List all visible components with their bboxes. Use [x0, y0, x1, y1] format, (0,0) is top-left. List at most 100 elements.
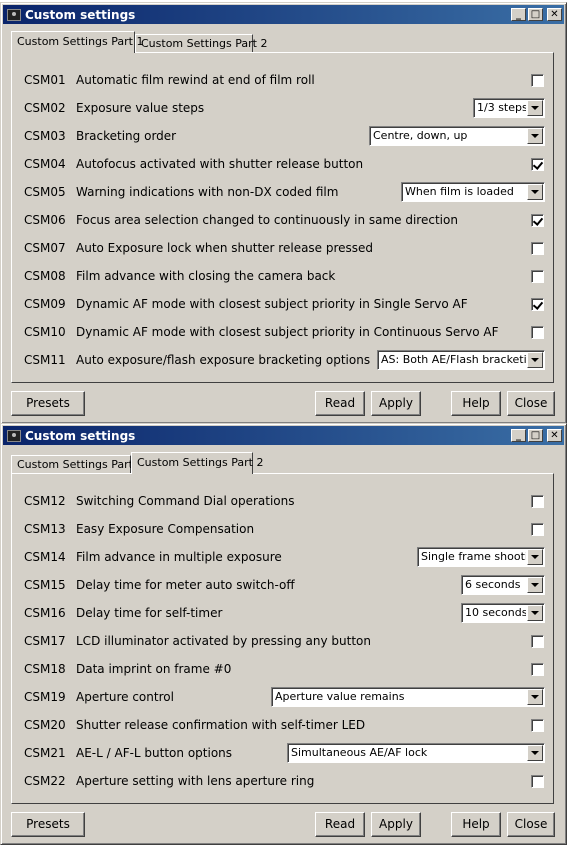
- setting-label: Film advance in multiple exposure: [76, 550, 282, 564]
- csm22-checkbox[interactable]: [531, 774, 544, 788]
- setting-code: CSM09: [24, 297, 66, 311]
- csm10-checkbox[interactable]: [531, 325, 544, 339]
- chevron-down-icon[interactable]: [527, 100, 543, 116]
- read-button[interactable]: Read: [315, 391, 365, 416]
- csm19-select[interactable]: Aperture value remains: [271, 687, 545, 707]
- tab-part-2[interactable]: Custom Settings Part 2: [135, 34, 267, 52]
- csm15-select[interactable]: 6 seconds: [461, 575, 545, 595]
- minimize-button[interactable]: _: [511, 8, 526, 21]
- maximize-button[interactable]: □: [528, 429, 543, 442]
- csm05-select[interactable]: When film is loaded: [401, 182, 545, 202]
- csm21-select[interactable]: Simultaneous AE/AF lock: [287, 743, 545, 763]
- setting-row-csm20: CSM20 Shutter release confirmation with …: [24, 714, 545, 736]
- setting-code: CSM03: [24, 129, 66, 143]
- close-button[interactable]: Close: [507, 812, 555, 837]
- setting-code: CSM22: [24, 774, 66, 788]
- camera-icon: [7, 429, 21, 442]
- help-button[interactable]: Help: [451, 391, 501, 416]
- setting-code: CSM06: [24, 213, 66, 227]
- chevron-down-icon[interactable]: [527, 549, 543, 565]
- setting-label: Easy Exposure Compensation: [76, 522, 255, 536]
- csm14-select[interactable]: Single frame shooting: [417, 547, 545, 567]
- setting-row-csm21: CSM21 AE-L / AF-L button options Simulta…: [24, 742, 545, 764]
- csm16-select[interactable]: 10 seconds: [461, 603, 545, 623]
- chevron-down-icon[interactable]: [527, 745, 543, 761]
- tab-part-1[interactable]: Custom Settings Part 1: [11, 31, 143, 53]
- setting-row-csm04: CSM04 Autofocus activated with shutter r…: [24, 153, 545, 175]
- custom-settings-window-2: Custom settings _ □ ✕ Custom Settings Pa…: [0, 423, 567, 845]
- select-value: Simultaneous AE/AF lock: [291, 746, 428, 759]
- help-button[interactable]: Help: [451, 812, 501, 837]
- settings-panel: CSM12 Switching Command Dial operations …: [11, 473, 554, 804]
- setting-code: CSM17: [24, 634, 66, 648]
- csm09-checkbox[interactable]: [531, 297, 544, 311]
- setting-row-csm03: CSM03 Bracketing order Centre, down, up: [24, 125, 545, 147]
- chevron-down-icon[interactable]: [527, 128, 543, 144]
- select-value: 10 seconds: [465, 606, 526, 619]
- apply-button[interactable]: Apply: [371, 812, 421, 837]
- setting-row-csm19: CSM19 Aperture control Aperture value re…: [24, 686, 545, 708]
- chevron-down-icon[interactable]: [527, 605, 543, 621]
- close-window-button[interactable]: ✕: [547, 8, 562, 21]
- csm02-select[interactable]: 1/3 steps: [473, 98, 545, 118]
- setting-code: CSM15: [24, 578, 66, 592]
- setting-label: LCD illuminator activated by pressing an…: [76, 634, 372, 648]
- csm07-checkbox[interactable]: [531, 241, 544, 255]
- setting-label: Dynamic AF mode with closest subject pri…: [76, 325, 499, 339]
- csm17-checkbox[interactable]: [531, 634, 544, 648]
- apply-button[interactable]: Apply: [371, 391, 421, 416]
- maximize-button[interactable]: □: [528, 8, 543, 21]
- setting-label: Aperture setting with lens aperture ring: [76, 774, 315, 788]
- chevron-down-icon[interactable]: [527, 577, 543, 593]
- setting-label: AE-L / AF-L button options: [76, 746, 233, 760]
- tab-part-2[interactable]: Custom Settings Part 2: [131, 452, 263, 474]
- read-button[interactable]: Read: [315, 812, 365, 837]
- tab-part-1[interactable]: Custom Settings Part 1: [11, 455, 143, 473]
- csm01-checkbox[interactable]: [531, 73, 544, 87]
- csm18-checkbox[interactable]: [531, 662, 544, 676]
- setting-code: CSM05: [24, 185, 66, 199]
- presets-button[interactable]: Presets: [11, 812, 85, 837]
- setting-row-csm16: CSM16 Delay time for self-timer 10 secon…: [24, 602, 545, 624]
- setting-row-csm13: CSM13 Easy Exposure Compensation: [24, 518, 545, 540]
- close-window-button[interactable]: ✕: [547, 429, 562, 442]
- minimize-button[interactable]: _: [511, 429, 526, 442]
- setting-row-csm15: CSM15 Delay time for meter auto switch-o…: [24, 574, 545, 596]
- select-value: When film is loaded: [405, 185, 514, 198]
- setting-row-csm06: CSM06 Focus area selection changed to co…: [24, 209, 545, 231]
- setting-code: CSM13: [24, 522, 66, 536]
- csm11-select[interactable]: AS: Both AE/Flash bracketing: [377, 350, 545, 370]
- setting-label: Warning indications with non-DX coded fi…: [76, 185, 339, 199]
- chevron-down-icon[interactable]: [527, 352, 543, 368]
- chevron-down-icon[interactable]: [527, 689, 543, 705]
- setting-label: Bracketing order: [76, 129, 177, 143]
- chevron-down-icon[interactable]: [527, 184, 543, 200]
- setting-label: Automatic film rewind at end of film rol…: [76, 73, 315, 87]
- csm08-checkbox[interactable]: [531, 269, 544, 283]
- setting-label: Aperture control: [76, 690, 174, 704]
- setting-code: CSM14: [24, 550, 66, 564]
- csm04-checkbox[interactable]: [531, 157, 544, 171]
- setting-label: Auto Exposure lock when shutter release …: [76, 241, 374, 255]
- select-value: 6 seconds: [465, 578, 521, 591]
- setting-label: Exposure value steps: [76, 101, 205, 115]
- csm20-checkbox[interactable]: [531, 718, 544, 732]
- close-button[interactable]: Close: [507, 391, 555, 416]
- setting-row-csm10: CSM10 Dynamic AF mode with closest subje…: [24, 321, 545, 343]
- title-bar[interactable]: Custom settings _ □ ✕: [3, 426, 564, 445]
- title-bar[interactable]: Custom settings _ □ ✕: [3, 5, 564, 24]
- presets-button[interactable]: Presets: [11, 391, 85, 416]
- camera-icon: [7, 8, 21, 21]
- setting-code: CSM21: [24, 746, 66, 760]
- csm12-checkbox[interactable]: [531, 494, 544, 508]
- setting-code: CSM12: [24, 494, 66, 508]
- select-value: Aperture value remains: [275, 690, 405, 703]
- select-value: Centre, down, up: [373, 129, 468, 142]
- setting-code: CSM10: [24, 325, 66, 339]
- csm13-checkbox[interactable]: [531, 522, 544, 536]
- setting-row-csm22: CSM22 Aperture setting with lens apertur…: [24, 770, 545, 792]
- csm03-select[interactable]: Centre, down, up: [369, 126, 545, 146]
- select-value: AS: Both AE/Flash bracketing: [381, 353, 526, 366]
- setting-label: Focus area selection changed to continuo…: [76, 213, 458, 227]
- csm06-checkbox[interactable]: [531, 213, 544, 227]
